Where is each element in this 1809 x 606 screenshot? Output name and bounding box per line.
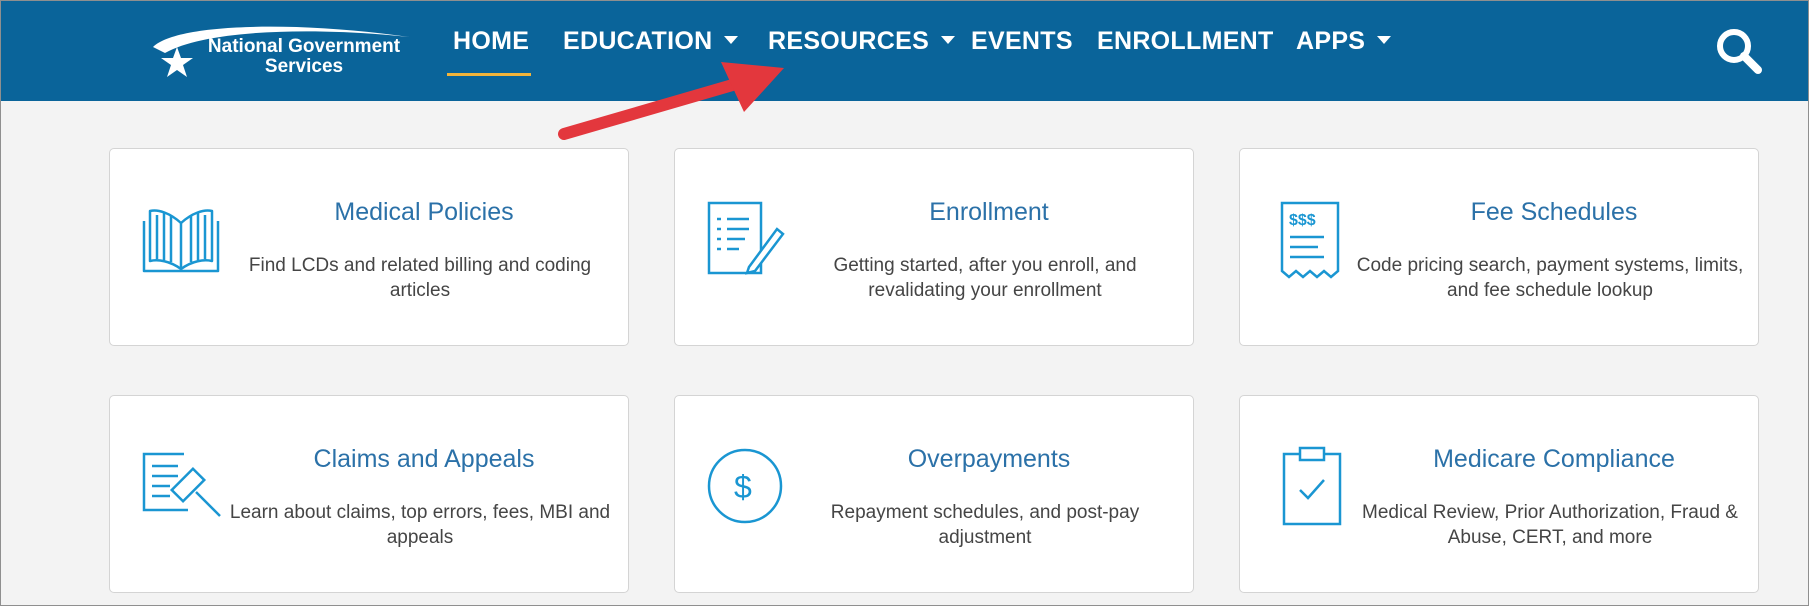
card-medical-policies[interactable]: Medical Policies Find LCDs and related b… bbox=[109, 148, 629, 346]
nav-events-label: EVENTS bbox=[971, 27, 1073, 55]
nav-education-label: EDUCATION bbox=[563, 27, 713, 55]
chevron-down-icon bbox=[1377, 36, 1392, 45]
card-claims-and-appeals[interactable]: Claims and Appeals Learn about claims, t… bbox=[109, 395, 629, 593]
card-title: Overpayments bbox=[907, 445, 1071, 473]
nav-enrollment[interactable]: ENROLLMENT bbox=[1097, 25, 1274, 57]
dollar-circle-icon: $ bbox=[705, 446, 785, 531]
card-title: Enrollment bbox=[929, 198, 1049, 226]
nav-education[interactable]: EDUCATION bbox=[563, 25, 739, 57]
nav-resources-label: RESOURCES bbox=[768, 27, 930, 55]
card-medicare-compliance[interactable]: Medicare Compliance Medical Review, Prio… bbox=[1239, 395, 1759, 593]
svg-text:$$$: $$$ bbox=[1289, 212, 1316, 229]
card-fee-schedules[interactable]: $$$ Fee Schedules Code pricing search, p… bbox=[1239, 148, 1759, 346]
top-navigation-bar: National Government Services HOME EDUCAT… bbox=[1, 1, 1808, 101]
nav-home[interactable]: HOME bbox=[453, 25, 529, 57]
card-enrollment[interactable]: Enrollment Getting started, after you en… bbox=[674, 148, 1194, 346]
card-overpayments[interactable]: $ Overpayments Repayment schedules, and … bbox=[674, 395, 1194, 593]
logo-text: National Government Services bbox=[193, 37, 415, 77]
card-description: Code pricing search, payment systems, li… bbox=[1356, 255, 1744, 301]
chevron-down-icon bbox=[941, 36, 956, 45]
card-title: Medical Policies bbox=[334, 198, 514, 226]
chevron-down-icon bbox=[724, 36, 739, 45]
document-pen-icon bbox=[705, 199, 785, 284]
nav-home-label: HOME bbox=[453, 27, 530, 55]
clipboard-check-icon bbox=[1280, 444, 1344, 533]
card-title: Medicare Compliance bbox=[1433, 445, 1675, 473]
card-title: Claims and Appeals bbox=[313, 445, 535, 473]
ngs-logo[interactable]: National Government Services bbox=[147, 23, 415, 83]
open-book-icon bbox=[140, 203, 222, 280]
card-description: Repayment schedules, and post-pay adjust… bbox=[830, 502, 1140, 548]
logo-line-2: Services bbox=[264, 56, 344, 77]
card-title: Fee Schedules bbox=[1470, 198, 1638, 226]
nav-resources[interactable]: RESOURCES bbox=[768, 25, 956, 57]
annotation-arrow-icon bbox=[558, 62, 784, 140]
browser-viewport: National Government Services HOME EDUCAT… bbox=[0, 0, 1809, 606]
nav-enrollment-label: ENROLLMENT bbox=[1097, 27, 1274, 55]
svg-text:$: $ bbox=[734, 469, 752, 505]
card-description: Medical Review, Prior Authorization, Fra… bbox=[1362, 502, 1738, 548]
active-nav-underline bbox=[447, 73, 531, 76]
search-icon[interactable] bbox=[1713, 25, 1767, 75]
document-gavel-icon bbox=[140, 448, 224, 527]
receipt-icon: $$$ bbox=[1278, 199, 1342, 286]
nav-apps-label: APPS bbox=[1296, 27, 1366, 55]
card-description: Learn about claims, top errors, fees, MB… bbox=[229, 502, 611, 548]
nav-events[interactable]: EVENTS bbox=[971, 25, 1073, 57]
card-description: Find LCDs and related billing and coding… bbox=[248, 255, 592, 301]
card-description: Getting started, after you enroll, and r… bbox=[833, 255, 1137, 301]
logo-line-1: National Government bbox=[207, 36, 401, 57]
nav-apps[interactable]: APPS bbox=[1296, 25, 1392, 57]
